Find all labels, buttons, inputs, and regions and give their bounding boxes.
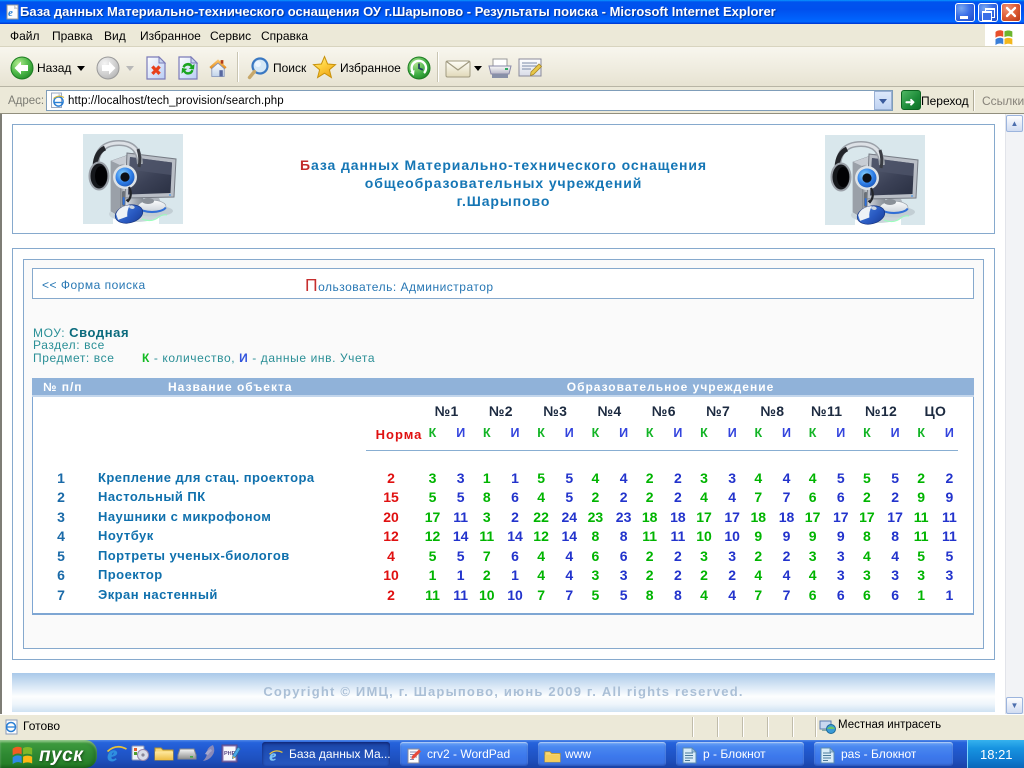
svg-text:e: e <box>8 7 13 19</box>
svg-text:e: e <box>108 741 118 766</box>
